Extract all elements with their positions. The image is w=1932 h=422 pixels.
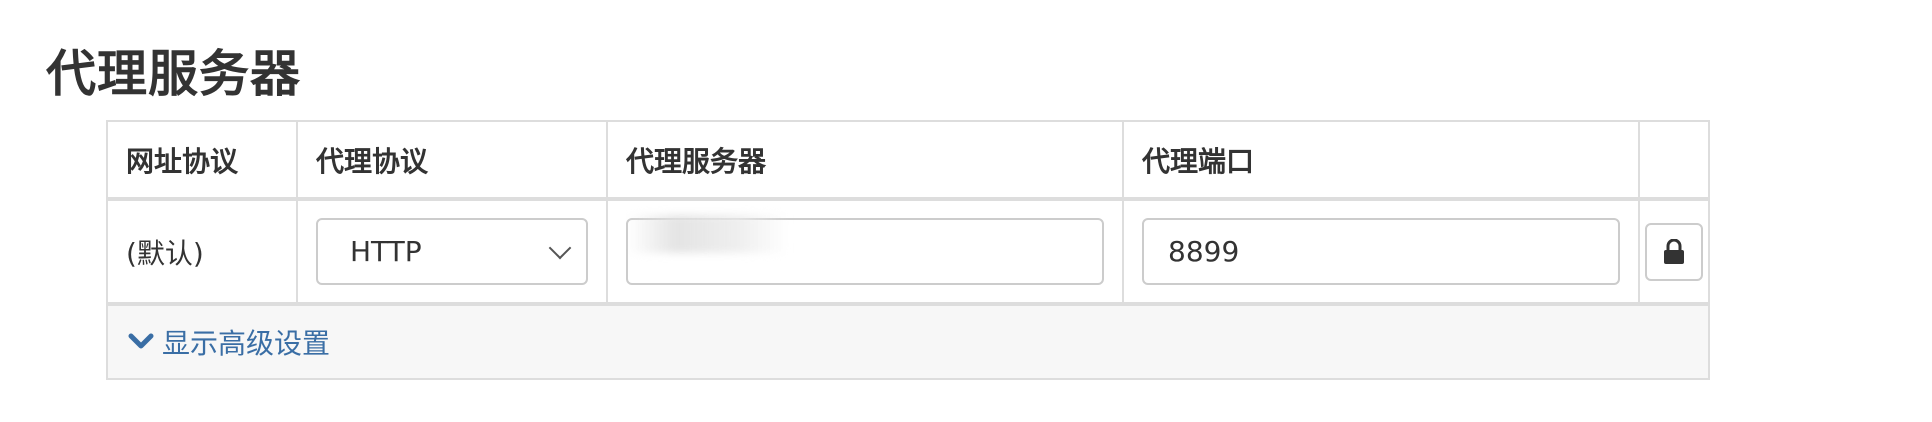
header-url-protocol: 网址协议 bbox=[108, 122, 298, 197]
header-proxy-port: 代理端口 bbox=[1124, 122, 1640, 197]
proxy-port-input[interactable] bbox=[1142, 218, 1620, 285]
cell-lock bbox=[1640, 201, 1708, 302]
header-proxy-server-label: 代理服务器 bbox=[626, 144, 767, 178]
header-proxy-port-label: 代理端口 bbox=[1142, 144, 1255, 178]
table-row: (默认) HTTP bbox=[108, 201, 1708, 306]
cell-proxy-server bbox=[608, 201, 1124, 302]
header-url-protocol-label: 网址协议 bbox=[126, 144, 239, 178]
cell-url-protocol: (默认) bbox=[108, 201, 298, 302]
proxy-server-input[interactable] bbox=[626, 218, 1104, 285]
lock-icon bbox=[1664, 238, 1684, 264]
proxy-protocol-select[interactable]: HTTP bbox=[316, 218, 588, 285]
cell-proxy-port bbox=[1124, 201, 1640, 302]
page-title: 代理服务器 bbox=[46, 45, 301, 103]
show-advanced-settings-link[interactable]: 显示高级设置 bbox=[128, 322, 330, 362]
header-actions bbox=[1640, 122, 1708, 197]
table-header-row: 网址协议 代理协议 代理服务器 代理端口 bbox=[108, 122, 1708, 201]
header-proxy-protocol-label: 代理协议 bbox=[316, 144, 429, 178]
cell-proxy-protocol: HTTP bbox=[298, 201, 608, 302]
header-proxy-server: 代理服务器 bbox=[608, 122, 1124, 197]
chevron-down-icon bbox=[128, 333, 154, 351]
show-advanced-settings-label: 显示高级设置 bbox=[162, 327, 331, 360]
proxy-protocol-selected-value: HTTP bbox=[350, 235, 422, 268]
proxy-table: 网址协议 代理协议 代理服务器 代理端口 (默认) HTTP 8899 显示高级… bbox=[106, 120, 1710, 380]
chevron-down-icon bbox=[548, 236, 572, 259]
url-protocol-value: (默认) bbox=[126, 236, 204, 270]
advanced-settings-row: 显示高级设置 bbox=[108, 306, 1708, 378]
header-proxy-protocol: 代理协议 bbox=[298, 122, 608, 197]
lock-button[interactable] bbox=[1645, 222, 1703, 281]
